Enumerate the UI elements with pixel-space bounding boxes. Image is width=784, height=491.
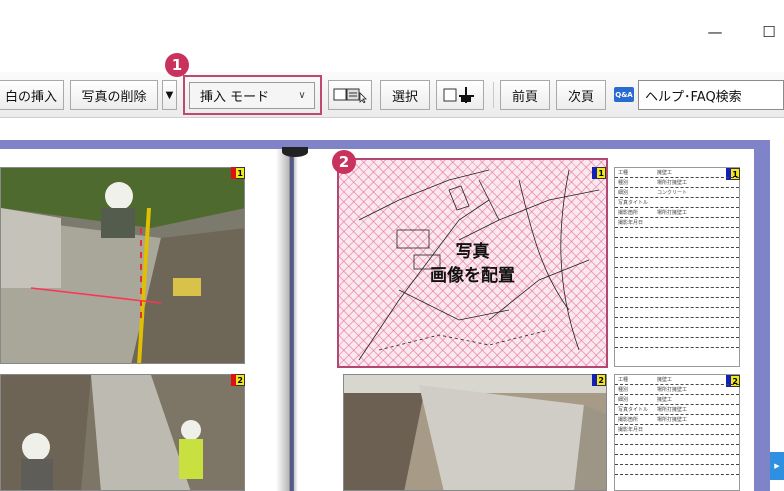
info-row — [615, 258, 739, 268]
photo-slot-2[interactable] — [0, 374, 245, 491]
slot-number-1: 1 — [231, 167, 245, 179]
info-row — [615, 288, 739, 298]
insert-margin-button[interactable]: 白の挿入 — [0, 80, 64, 110]
info-value: 擁壁工 — [657, 170, 673, 176]
info-row — [615, 445, 739, 455]
photo-slot-1[interactable] — [0, 167, 245, 364]
info-row — [615, 308, 739, 318]
scroll-right-arrow-icon[interactable]: ▶ — [770, 452, 784, 480]
info-key: 撮影箇所 — [618, 417, 639, 423]
info-row: 撮影箇所 場所打擁壁工 — [615, 208, 739, 218]
qa-icon: Q&A — [614, 87, 634, 102]
toolbar: 白の挿入 写真の削除 ▼ 挿入 モード ∨ 選択 前頁 次頁 Q&A ヘルプ･F… — [0, 72, 784, 118]
info-key: 細別 — [618, 190, 629, 196]
info-value: 場所打擁壁工 — [657, 417, 688, 423]
info-row: 写真タイトル 場所打擁壁工 — [615, 405, 739, 415]
info-row: 工種 擁壁工 — [615, 375, 739, 385]
minimize-button[interactable]: — — [700, 20, 730, 44]
info-row — [615, 435, 739, 445]
info-value: コンクリート — [657, 190, 688, 196]
info-key: 写真タイトル — [618, 407, 649, 413]
info-value: 擁壁工 — [657, 397, 673, 403]
photo-placeholder-frame[interactable]: 写真 画像を配置 — [337, 158, 608, 368]
info-value: 場所打擁壁工 — [657, 407, 688, 413]
info-row — [615, 248, 739, 258]
info-row — [615, 238, 739, 248]
info-row — [615, 318, 739, 328]
move-tool-icon — [443, 87, 474, 103]
info-key: 撮影箇所 — [618, 210, 639, 216]
title-bar: — ☐ — [0, 0, 784, 62]
construction-photo-2 — [1, 375, 244, 490]
info-key: 撮影年月日 — [618, 427, 644, 433]
construction-photo-3 — [344, 375, 606, 490]
photo-info-table-1: 1 工種 擁壁工 種別 場所打擁壁工 細別 コンクリート 写真タイトル 撮影箇所 場所打… — [614, 167, 740, 367]
info-row — [615, 338, 739, 348]
info-row — [615, 228, 739, 238]
info-key: 写真タイトル — [618, 200, 649, 206]
help-search-input[interactable]: ヘルプ･FAQ検索 — [638, 80, 784, 110]
prev-page-button[interactable]: 前頁 — [500, 80, 550, 110]
slot-number-4: 2 — [592, 374, 606, 386]
construction-photo-1 — [1, 168, 244, 363]
info-key: 種別 — [618, 180, 629, 186]
info-row: 写真タイトル — [615, 198, 739, 208]
info-row: 工種 擁壁工 — [615, 168, 739, 178]
photo-info-table-2: 2 工種 擁壁工 種別 場所打擁壁工 細別 擁壁工 写真タイトル 場所打擁壁工 撮影箇所… — [614, 374, 740, 491]
chevron-down-icon: ∨ — [298, 90, 306, 101]
info-value: 場所打擁壁工 — [657, 210, 688, 216]
info-row: 撮影年月日 — [615, 218, 739, 228]
book-spine — [276, 149, 316, 491]
photo-slot-4[interactable] — [343, 374, 607, 491]
info-row: 細別 コンクリート — [615, 188, 739, 198]
info-row — [615, 455, 739, 465]
insert-mode-select[interactable]: 挿入 モード ∨ — [189, 82, 315, 109]
slot-number-3: 1 — [592, 167, 606, 179]
info-row: 撮影箇所 場所打擁壁工 — [615, 415, 739, 425]
placeholder-label-line1: 写真 — [455, 242, 490, 262]
info-key: 種別 — [618, 387, 629, 393]
info-row — [615, 298, 739, 308]
info-value: 場所打擁壁工 — [657, 180, 688, 186]
more-dropdown-button[interactable]: ▼ — [162, 80, 177, 110]
info-row: 種別 場所打擁壁工 — [615, 178, 739, 188]
info-key: 工種 — [618, 377, 629, 383]
info-row: 撮影年月日 — [615, 425, 739, 435]
info-key: 撮影年月日 — [618, 220, 644, 226]
info-row — [615, 328, 739, 338]
info-value: 擁壁工 — [657, 377, 673, 383]
layout-cursor-icon — [333, 88, 367, 103]
placeholder-label: 写真 画像を配置 — [339, 240, 606, 288]
toolbar-separator — [493, 82, 494, 108]
insert-mode-value: 挿入 モード — [200, 90, 270, 105]
delete-photo-button[interactable]: 写真の削除 — [70, 80, 158, 110]
move-tool-button[interactable] — [436, 80, 484, 110]
maximize-button[interactable]: ☐ — [758, 20, 780, 44]
info-value: 場所打擁壁工 — [657, 387, 688, 393]
select-button[interactable]: 選択 — [380, 80, 430, 110]
info-row — [615, 465, 739, 475]
info-row — [615, 278, 739, 288]
info-row: 種別 場所打擁壁工 — [615, 385, 739, 395]
callout-badge-1: 1 — [165, 53, 189, 77]
info-row: 細別 擁壁工 — [615, 395, 739, 405]
info-key: 工種 — [618, 170, 629, 176]
next-page-button[interactable]: 次頁 — [556, 80, 606, 110]
slot-number-2: 2 — [231, 374, 245, 386]
layout-cursor-button[interactable] — [328, 80, 372, 110]
book-spine-cap — [282, 147, 308, 157]
placeholder-label-line2: 画像を配置 — [430, 266, 515, 286]
info-key: 細別 — [618, 397, 629, 403]
callout-badge-2: 2 — [332, 150, 356, 174]
info-row — [615, 268, 739, 278]
